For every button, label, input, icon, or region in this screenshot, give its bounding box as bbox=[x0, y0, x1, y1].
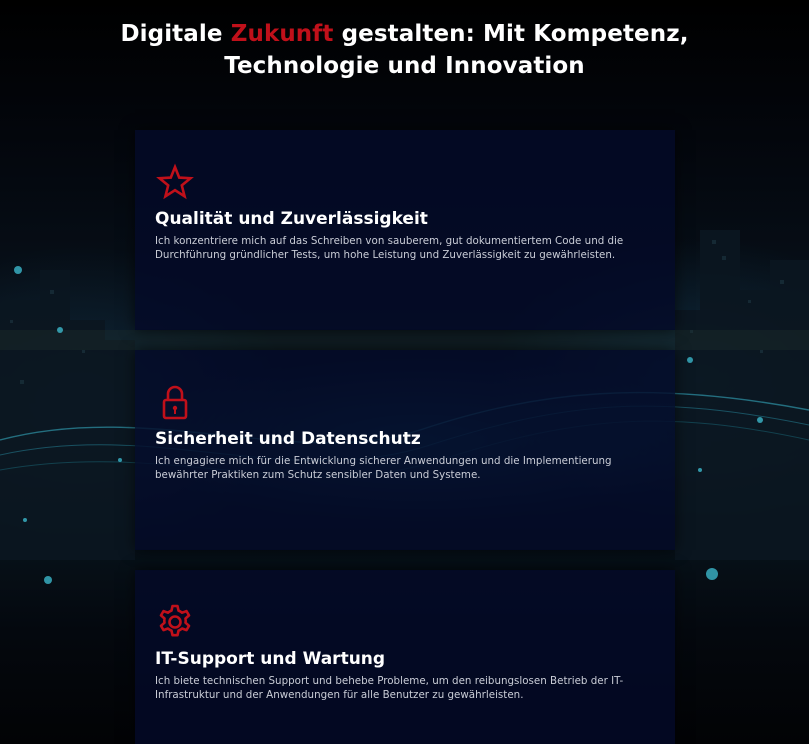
feature-card-quality: Qualität und Zuverlässigkeit Ich konzent… bbox=[135, 130, 675, 330]
headline-accent-word: Zukunft bbox=[230, 21, 334, 47]
headline-text-end: gestalten: Mit Kompetenz, bbox=[333, 21, 689, 47]
headline-text-start: Digitale bbox=[120, 21, 231, 47]
feature-cards: Qualität und Zuverlässigkeit Ich konzent… bbox=[135, 130, 675, 744]
card-description: Ich biete technischen Support und behebe… bbox=[155, 675, 624, 701]
feature-card-security: Sicherheit und Datenschutz Ich engagiere… bbox=[135, 350, 675, 550]
gear-icon bbox=[155, 602, 195, 642]
feature-card-support: IT-Support und Wartung Ich biete technis… bbox=[135, 570, 675, 744]
card-description: Ich konzentriere mich auf das Schreiben … bbox=[155, 235, 624, 261]
card-description: Ich engagiere mich für die Entwicklung s… bbox=[155, 455, 612, 481]
card-title: IT-Support und Wartung bbox=[155, 649, 386, 669]
page: Digitale Zukunft gestalten: Mit Kompeten… bbox=[0, 0, 809, 744]
card-title: Sicherheit und Datenschutz bbox=[155, 429, 421, 449]
star-icon bbox=[155, 162, 195, 202]
card-title: Qualität und Zuverlässigkeit bbox=[155, 209, 428, 229]
page-headline: Digitale Zukunft gestalten: Mit Kompeten… bbox=[0, 18, 809, 82]
lock-icon bbox=[155, 382, 195, 422]
headline-line-two: Technologie und Innovation bbox=[224, 53, 585, 79]
